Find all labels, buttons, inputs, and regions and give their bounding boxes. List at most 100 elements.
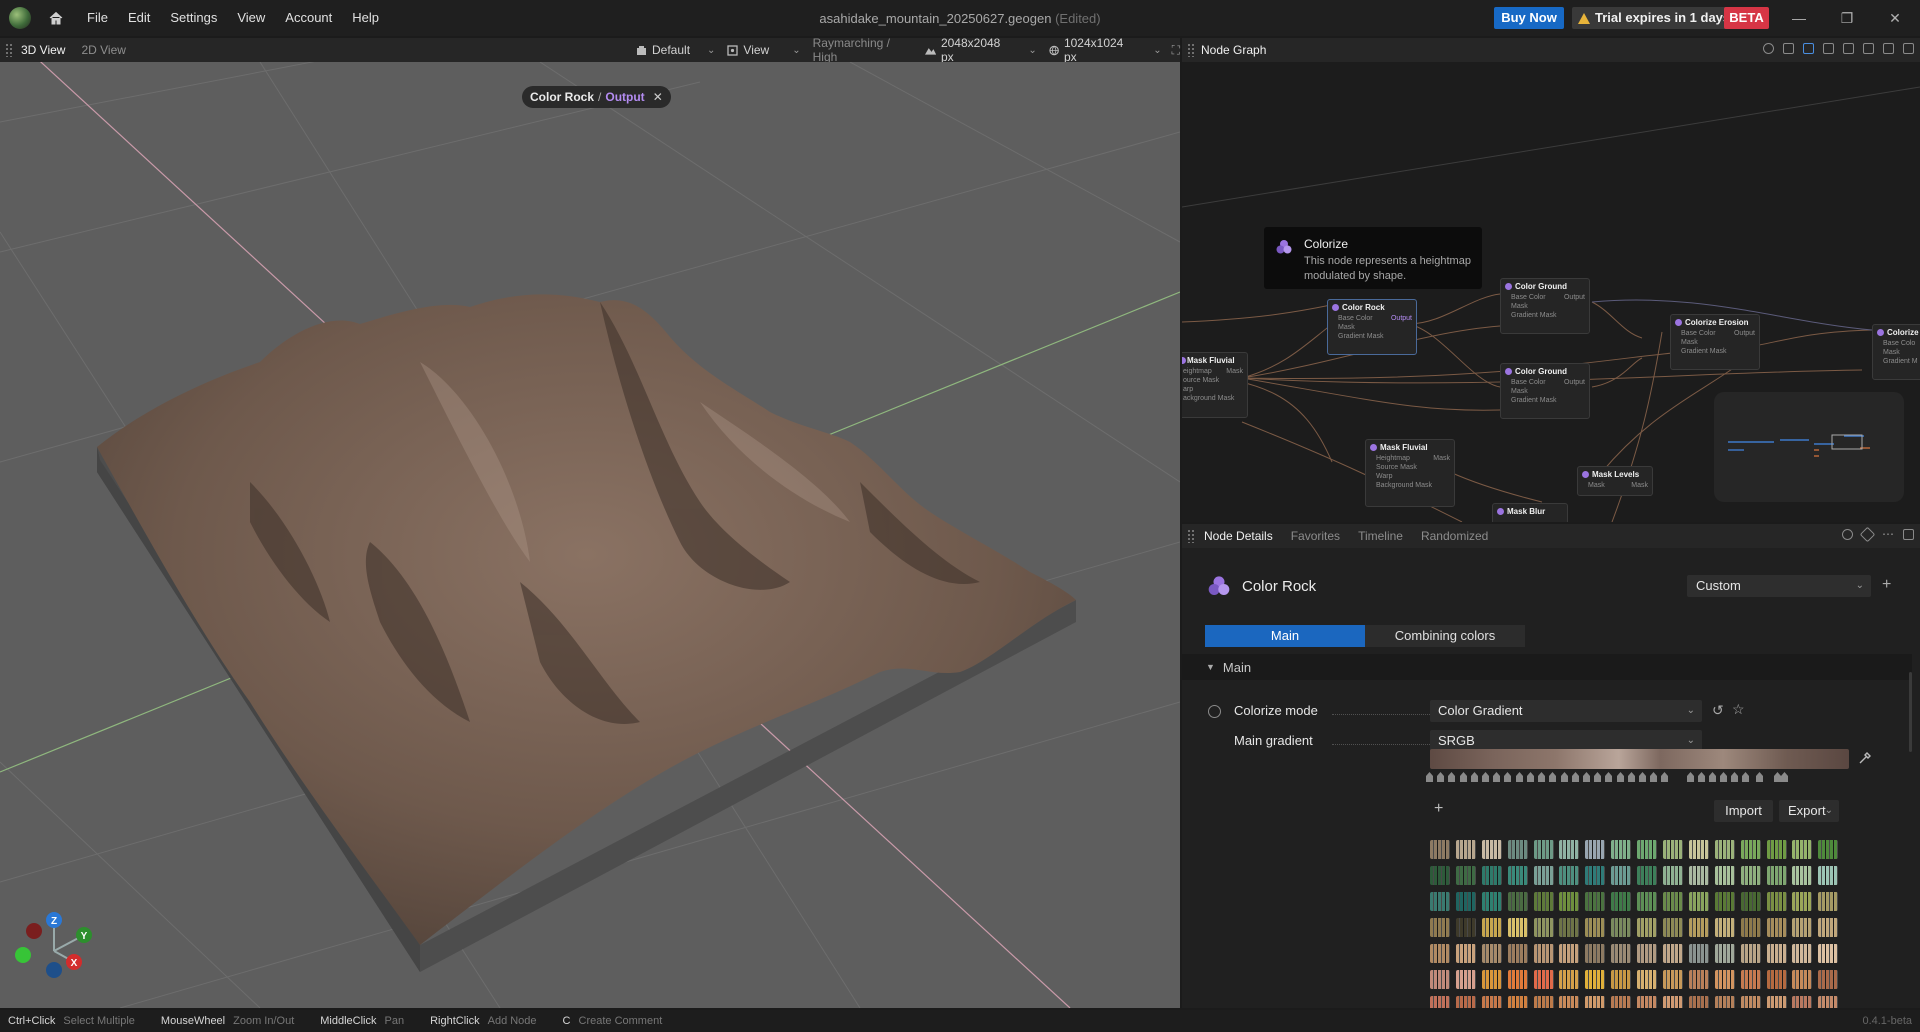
gradient-preset-swatch[interactable] bbox=[1585, 996, 1606, 1008]
fullscreen-icon[interactable] bbox=[1903, 43, 1914, 54]
gradient-stop-handle[interactable] bbox=[1572, 772, 1579, 782]
gradient-preset-swatch[interactable] bbox=[1585, 892, 1606, 911]
gradient-stop-handle[interactable] bbox=[1698, 772, 1705, 782]
gradient-preset-swatch[interactable] bbox=[1559, 944, 1580, 963]
close-icon[interactable]: ✕ bbox=[653, 90, 663, 104]
export-button[interactable]: Export ⌄ bbox=[1779, 800, 1839, 822]
gradient-preset-swatch[interactable] bbox=[1430, 970, 1450, 989]
gradient-stop-handle[interactable] bbox=[1742, 772, 1749, 782]
gradient-preset-swatch[interactable] bbox=[1663, 918, 1684, 937]
add-gradient-button[interactable]: + bbox=[1434, 800, 1443, 818]
gradient-preset-swatch[interactable] bbox=[1818, 996, 1839, 1008]
node-port[interactable]: Base Color Output bbox=[1671, 329, 1759, 338]
subtab-combining-colors[interactable]: Combining colors bbox=[1365, 625, 1525, 647]
gradient-preset-swatch[interactable] bbox=[1663, 996, 1684, 1008]
gradient-preset-swatch[interactable] bbox=[1792, 840, 1813, 859]
search-icon[interactable] bbox=[1842, 529, 1853, 540]
gradient-preset-swatch[interactable] bbox=[1455, 918, 1476, 937]
eyedropper-icon[interactable] bbox=[1858, 751, 1872, 765]
gradient-preset-swatch[interactable] bbox=[1430, 944, 1450, 963]
node-port[interactable]: Gradient Mask bbox=[1671, 347, 1759, 356]
add-preset-button[interactable]: + bbox=[1882, 575, 1891, 595]
gradient-preset-swatch[interactable] bbox=[1740, 996, 1761, 1008]
node-port[interactable]: arp bbox=[1182, 385, 1247, 394]
node-colorize-erosion[interactable]: Colorize Erosion Base Color Output Mask G… bbox=[1670, 314, 1760, 370]
node-color-ground[interactable]: Color Ground Base Color Output Mask Gradi… bbox=[1500, 363, 1590, 419]
layout-icon[interactable] bbox=[1803, 43, 1814, 54]
menu-help[interactable]: Help bbox=[342, 0, 389, 36]
gradient-preset-swatch[interactable] bbox=[1455, 970, 1476, 989]
camera-preset-select[interactable]: Default ⌄ bbox=[636, 43, 715, 57]
gradient-preset-swatch[interactable] bbox=[1766, 892, 1787, 911]
gradient-stop-handle[interactable] bbox=[1516, 772, 1523, 782]
node-colorize[interactable]: Colorize Base Colo Mask Gradient M bbox=[1872, 324, 1920, 380]
panel-grip-icon[interactable] bbox=[5, 43, 13, 57]
gradient-preset-swatch[interactable] bbox=[1507, 944, 1528, 963]
gradient-stop-handle[interactable] bbox=[1605, 772, 1612, 782]
buy-now-button[interactable]: Buy Now bbox=[1494, 7, 1564, 29]
menu-view[interactable]: View bbox=[227, 0, 275, 36]
gradient-stop-handle[interactable] bbox=[1720, 772, 1727, 782]
gradient-stop-handle[interactable] bbox=[1527, 772, 1534, 782]
gradient-preset-swatch[interactable] bbox=[1507, 996, 1528, 1008]
gradient-preset-swatch[interactable] bbox=[1792, 996, 1813, 1008]
gradient-preset-swatch[interactable] bbox=[1818, 866, 1839, 885]
gradient-preset-swatch[interactable] bbox=[1740, 944, 1761, 963]
gradient-preset-swatch[interactable] bbox=[1818, 970, 1839, 989]
node-port[interactable]: Base Color Output bbox=[1501, 378, 1589, 387]
gradient-preset-swatch[interactable] bbox=[1455, 944, 1476, 963]
gradient-preset-swatch[interactable] bbox=[1766, 970, 1787, 989]
gradient-preset-swatch[interactable] bbox=[1818, 944, 1839, 963]
texture-resolution-select[interactable]: 1024x1024 px ⌄ bbox=[1049, 36, 1162, 64]
gradient-stop-handle[interactable] bbox=[1437, 772, 1444, 782]
node-port[interactable]: Mask bbox=[1873, 348, 1920, 357]
gradient-preset-swatch[interactable] bbox=[1585, 944, 1606, 963]
gradient-preset-swatch[interactable] bbox=[1585, 840, 1606, 859]
subtab-main[interactable]: Main bbox=[1205, 625, 1365, 647]
node-mask-levels[interactable]: Mask Levels Mask Mask bbox=[1577, 466, 1653, 496]
gradient-stops[interactable] bbox=[1426, 772, 1856, 782]
node-port[interactable]: Background Mask bbox=[1366, 481, 1454, 490]
gradient-preset-swatch[interactable] bbox=[1611, 866, 1632, 885]
fullscreen-icon[interactable]: ⛶ bbox=[1172, 43, 1180, 58]
menu-edit[interactable]: Edit bbox=[118, 0, 160, 36]
gradient-stop-handle[interactable] bbox=[1594, 772, 1601, 782]
fullscreen-icon[interactable] bbox=[1903, 529, 1914, 540]
gradient-preset-swatch[interactable] bbox=[1637, 892, 1658, 911]
gradient-stop-handle[interactable] bbox=[1650, 772, 1657, 782]
gradient-stop-handle[interactable] bbox=[1661, 772, 1668, 782]
gradient-preset-swatch[interactable] bbox=[1766, 996, 1787, 1008]
gradient-preset-swatch[interactable] bbox=[1455, 866, 1476, 885]
node-port[interactable]: Mask bbox=[1501, 387, 1589, 396]
gradient-preset-swatch[interactable] bbox=[1533, 918, 1554, 937]
gradient-preset-swatch[interactable] bbox=[1611, 970, 1632, 989]
gradient-preset-swatch[interactable] bbox=[1637, 866, 1658, 885]
node-output-breadcrumb[interactable]: Color Rock / Output ✕ bbox=[522, 86, 671, 108]
expose-parameter-radio[interactable] bbox=[1208, 705, 1221, 718]
gradient-stop-handle[interactable] bbox=[1504, 772, 1511, 782]
node-port[interactable]: ackground Mask bbox=[1182, 394, 1247, 403]
gradient-preset-swatch[interactable] bbox=[1766, 918, 1787, 937]
gradient-preset-swatch[interactable] bbox=[1792, 892, 1813, 911]
node-port[interactable]: Heightmap Mask bbox=[1366, 454, 1454, 463]
gradient-stop-handle[interactable] bbox=[1549, 772, 1556, 782]
gradient-stop-handle[interactable] bbox=[1493, 772, 1500, 782]
gradient-preset-swatch[interactable] bbox=[1688, 918, 1709, 937]
gradient-preset-swatch[interactable] bbox=[1455, 892, 1476, 911]
gradient-preset-swatch[interactable] bbox=[1740, 918, 1761, 937]
gradient-preset-swatch[interactable] bbox=[1688, 970, 1709, 989]
gradient-stop-handle[interactable] bbox=[1774, 772, 1781, 782]
gradient-preset-swatch[interactable] bbox=[1714, 866, 1735, 885]
node-port[interactable]: eightmap Mask bbox=[1182, 367, 1247, 376]
node-port[interactable]: Mask bbox=[1501, 302, 1589, 311]
menu-settings[interactable]: Settings bbox=[160, 0, 227, 36]
gradient-preset-swatch[interactable] bbox=[1585, 866, 1606, 885]
gradient-preset-swatch[interactable] bbox=[1818, 892, 1839, 911]
gradient-preset-swatch[interactable] bbox=[1533, 840, 1554, 859]
gradient-preset-swatch[interactable] bbox=[1714, 970, 1735, 989]
node-port[interactable]: Gradient Mask bbox=[1501, 396, 1589, 405]
gradient-preset-swatch[interactable] bbox=[1688, 944, 1709, 963]
node-mask-fluvial[interactable]: Mask Fluvial eightmap Mask ource Mask arp… bbox=[1182, 352, 1248, 418]
gradient-preset-swatch[interactable] bbox=[1533, 970, 1554, 989]
search-icon[interactable] bbox=[1763, 43, 1774, 54]
